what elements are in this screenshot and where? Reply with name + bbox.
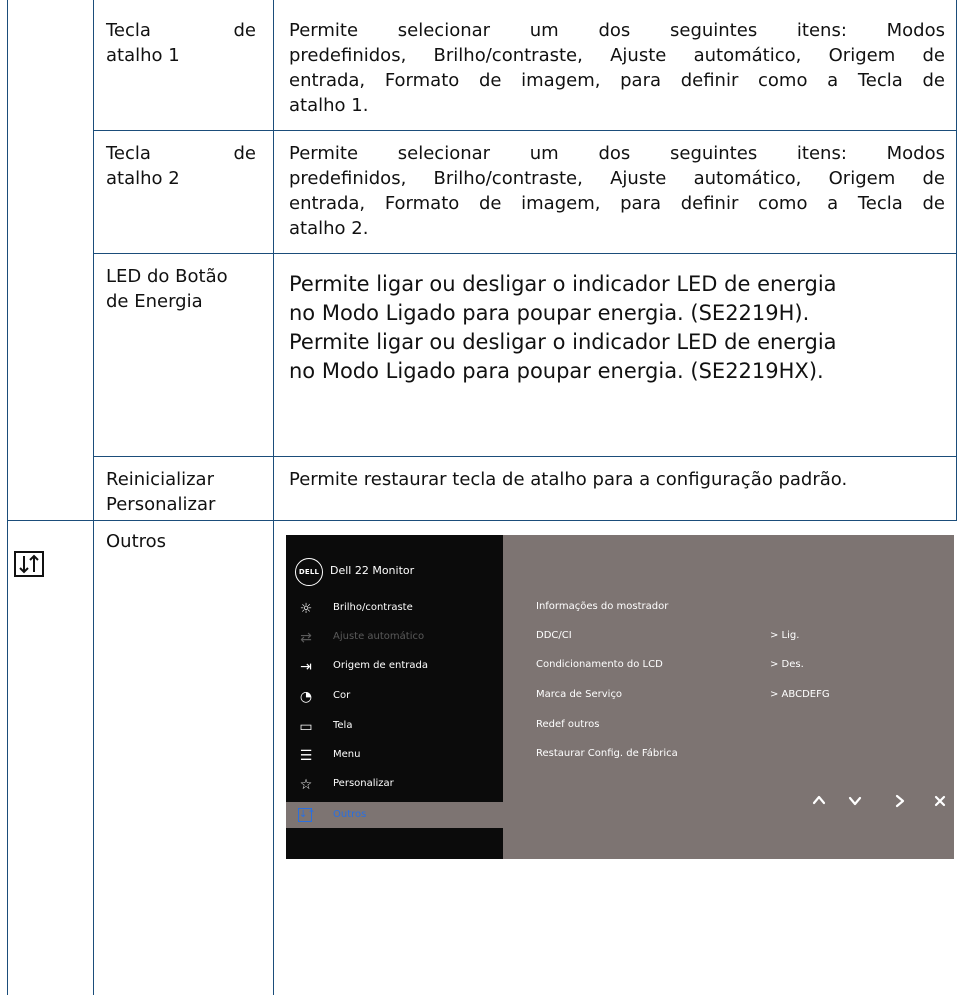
menu-item-ajuste[interactable]: ⇄ Ajuste automático — [286, 626, 503, 650]
others-icon: ↓↑ — [298, 808, 316, 822]
row-divider — [93, 130, 957, 131]
monitor-title: Dell 22 Monitor — [330, 564, 415, 577]
display-icon: ▭ — [299, 719, 313, 735]
table-border-col1 — [93, 0, 94, 995]
setting-description-power-led: Permite ligar ou desligar o indicador LE… — [289, 272, 837, 383]
sort-arrows-icon — [14, 551, 44, 577]
sun-icon: ☼ — [299, 601, 313, 617]
down-icon — [844, 790, 866, 812]
close-button[interactable] — [928, 789, 952, 813]
option-lcd[interactable]: Condicionamento do LCD — [536, 659, 663, 670]
option-ddcci[interactable]: DDC/CI — [536, 630, 572, 641]
row-divider — [93, 456, 957, 457]
setting-description-shortcut-key-1: Permite selecionar um dos seguintes iten… — [289, 20, 945, 116]
option-lcd-value: > Des. — [770, 659, 804, 670]
dell-logo: DELL — [295, 558, 323, 586]
right-icon — [889, 790, 911, 812]
setting-label-reset-personalize: Reinicializar Personalizar — [106, 469, 216, 515]
option-info[interactable]: Informações do mostrador — [536, 601, 668, 612]
table-border-left — [7, 0, 8, 995]
up-button[interactable] — [807, 789, 831, 813]
menu-list-icon: ☰ — [299, 748, 313, 764]
setting-description-reset-personalize: Permite restaurar tecla de atalho para a… — [289, 469, 848, 490]
menu-item-outros[interactable]: ↓↑ Outros — [286, 802, 503, 828]
option-ddcci-value: > Lig. — [770, 630, 800, 641]
setting-label-shortcut-key-2: Tecla de atalho 2 — [106, 143, 256, 189]
option-service-tag-value: > ABCDEFG — [770, 689, 830, 700]
option-reset-others[interactable]: Redef outros — [536, 719, 599, 730]
row-divider — [7, 520, 957, 521]
setting-label-power-led: LED do Botão de Energia — [106, 266, 228, 312]
close-icon — [929, 790, 951, 812]
auto-adjust-icon: ⇄ — [300, 630, 312, 646]
osd-left-panel: DELL Dell 22 Monitor ☼ Brilho/contraste … — [286, 535, 503, 859]
palette-icon: ◔ — [299, 689, 313, 705]
setting-label-shortcut-key-1: Tecla de atalho 1 — [106, 20, 256, 66]
outros-label: Outros — [106, 531, 167, 552]
menu-item-cor[interactable]: ◔ Cor — [286, 685, 503, 709]
down-button[interactable] — [843, 789, 867, 813]
menu-item-tela[interactable]: ▭ Tela — [286, 715, 503, 739]
option-service-tag[interactable]: Marca de Serviço — [536, 689, 622, 700]
star-icon: ☆ — [299, 777, 313, 793]
option-factory-reset[interactable]: Restaurar Config. de Fábrica — [536, 748, 678, 759]
menu-item-origem[interactable]: ⇥ Origem de entrada — [286, 655, 503, 679]
menu-item-personalizar[interactable]: ☆ Personalizar — [286, 773, 503, 797]
up-icon — [808, 790, 830, 812]
menu-item-menu[interactable]: ☰ Menu — [286, 744, 503, 768]
menu-item-brilho[interactable]: ☼ Brilho/contraste — [286, 597, 503, 621]
setting-description-shortcut-key-2: Permite selecionar um dos seguintes iten… — [289, 143, 945, 239]
table-border-col2 — [273, 0, 274, 995]
input-icon: ⇥ — [300, 659, 312, 675]
row-divider — [93, 253, 957, 254]
right-button[interactable] — [888, 789, 912, 813]
